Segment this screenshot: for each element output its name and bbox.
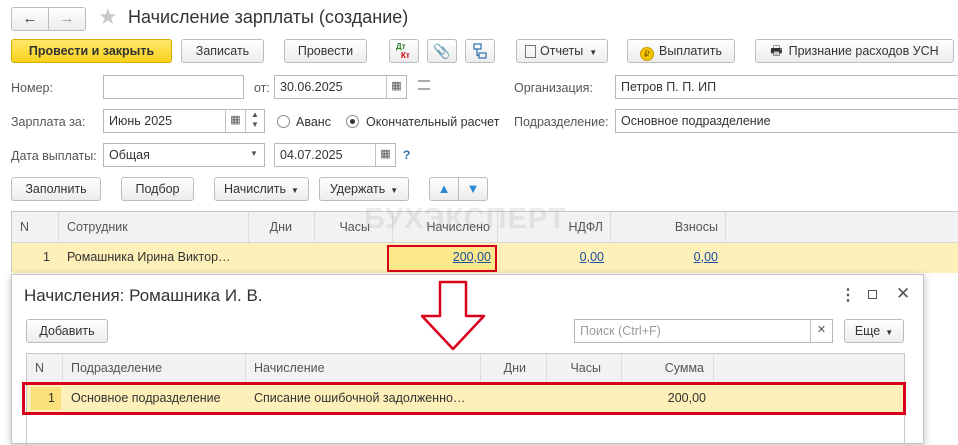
col-employee[interactable]: Сотрудник [59,212,249,242]
dialog-table-header: N Подразделение Начисление Дни Часы Сумм… [27,354,904,384]
select-button[interactable]: Подбор [121,177,194,201]
withhold-button[interactable]: Удержать ▼ [319,177,409,201]
clear-search-icon[interactable]: ✕ [810,320,832,342]
calendar-icon[interactable]: ▦ [375,144,395,166]
post-and-close-button[interactable]: Провести и закрыть [11,39,172,63]
usn-expense-button[interactable]: 🖶 Признание расходов УСН [755,39,954,63]
date-label: от: [254,81,270,95]
pay-date-field[interactable]: 04.07.2025 ▦ [274,143,396,167]
maximize-icon[interactable] [868,290,877,299]
col-accrual[interactable]: Начисление [246,354,481,383]
post-button[interactable]: Провести [284,39,367,63]
more-button[interactable]: Еще ▼ [844,319,904,343]
col-sum[interactable]: Сумма [622,354,714,383]
dt-kt-icon: Дт Кт [396,42,410,60]
paperclip-icon: 📎 [433,43,451,59]
spin-stepper[interactable]: ▲ ▼ [245,110,264,132]
salary-for-label: Зарплата за: [11,115,86,129]
number-label: Номер: [11,81,53,95]
col-hours[interactable]: Часы [547,354,622,383]
move-down-button[interactable]: ▼ [458,177,488,201]
row-highlight [22,382,906,415]
arrow-down-annotation [420,280,486,351]
arrow-up-icon: ▲ [437,181,451,196]
organization-label: Организация: [514,81,593,95]
organization-field[interactable]: Петров П. П. ИП [615,75,958,99]
pay-type-select[interactable]: Общая ▼ [103,143,265,167]
number-field[interactable] [103,75,244,99]
add-button[interactable]: Добавить [26,319,108,343]
col-days[interactable]: Дни [481,354,547,383]
move-up-button[interactable]: ▲ [429,177,459,201]
save-button[interactable]: Записать [181,39,264,63]
col-n[interactable]: N [12,212,59,242]
more-vertical-icon[interactable]: ⋮ [840,285,856,305]
structure-button[interactable] [465,39,495,63]
final-calc-radio[interactable] [346,115,359,128]
page-title: Начисление зарплаты (создание) [128,7,409,27]
search-input[interactable]: Поиск (Ctrl+F) ✕ [574,319,833,343]
col-contrib[interactable]: Взносы [611,212,726,242]
pay-button[interactable]: ₽ Выплатить [627,39,735,63]
col-department[interactable]: Подразделение [63,354,246,383]
dialog-title: Начисления: Ромашника И. В. [24,286,263,305]
dt-kt-button[interactable]: Дт Кт [389,39,419,63]
reports-button[interactable]: Отчеты ▼ [516,39,608,63]
row-n: 1 [43,250,50,264]
report-icon [525,45,536,58]
help-icon[interactable]: ? [403,148,410,162]
col-days[interactable]: Дни [249,212,315,242]
advance-radio[interactable] [277,115,290,128]
chevron-down-icon: ▼ [885,328,894,337]
chevron-down-icon: ▼ [291,186,299,195]
back-button[interactable]: ← [11,7,49,31]
row-accrued[interactable]: 200,00 [393,243,493,271]
col-n[interactable]: N [27,354,63,383]
chevron-down-icon: ▼ [589,48,598,57]
advance-label: Аванс [296,115,331,129]
calendar-icon[interactable]: ▦ [386,76,406,98]
printer-icon: 🖶 [770,43,783,58]
row-ndfl[interactable]: 0,00 [498,243,604,271]
watermark: БУХЭКСПЕРТ [364,203,567,235]
table-row[interactable]: 1 Ромашника Ирина Виктор… 200,00 0,00 0,… [12,243,958,273]
pay-date-label: Дата выплаты: [11,149,97,163]
final-calc-label: Окончательный расчет [366,115,500,129]
department-field[interactable]: Основное подразделение [615,109,958,133]
row-contrib[interactable]: 0,00 [611,243,718,271]
calendar-icon[interactable]: ▦ [225,110,245,132]
main-table: N Сотрудник Дни Часы Начислено НДФЛ Взно… [11,203,958,273]
hierarchy-icon [473,43,487,59]
date-field[interactable]: 30.06.2025 ▦ [274,75,407,99]
fill-button[interactable]: Заполнить [11,177,101,201]
chevron-down-icon[interactable]: ▼ [244,144,264,166]
department-label: Подразделение: [514,115,609,129]
attach-button[interactable]: 📎 [427,39,457,63]
favorite-star-icon[interactable]: ★ [98,4,118,30]
accrue-button[interactable]: Начислить ▼ [214,177,309,201]
salary-month-field[interactable]: Июнь 2025 ▦ ▲ ▼ [103,109,265,133]
chevron-down-icon: ▼ [390,186,399,195]
row-employee: Ромашника Ирина Виктор… [67,250,231,264]
arrow-down-icon: ▼ [466,181,480,196]
comment-icon[interactable] [418,80,430,90]
forward-button[interactable]: → [48,7,86,31]
coin-icon: ₽ [639,47,654,61]
close-icon[interactable]: ✕ [896,284,910,304]
